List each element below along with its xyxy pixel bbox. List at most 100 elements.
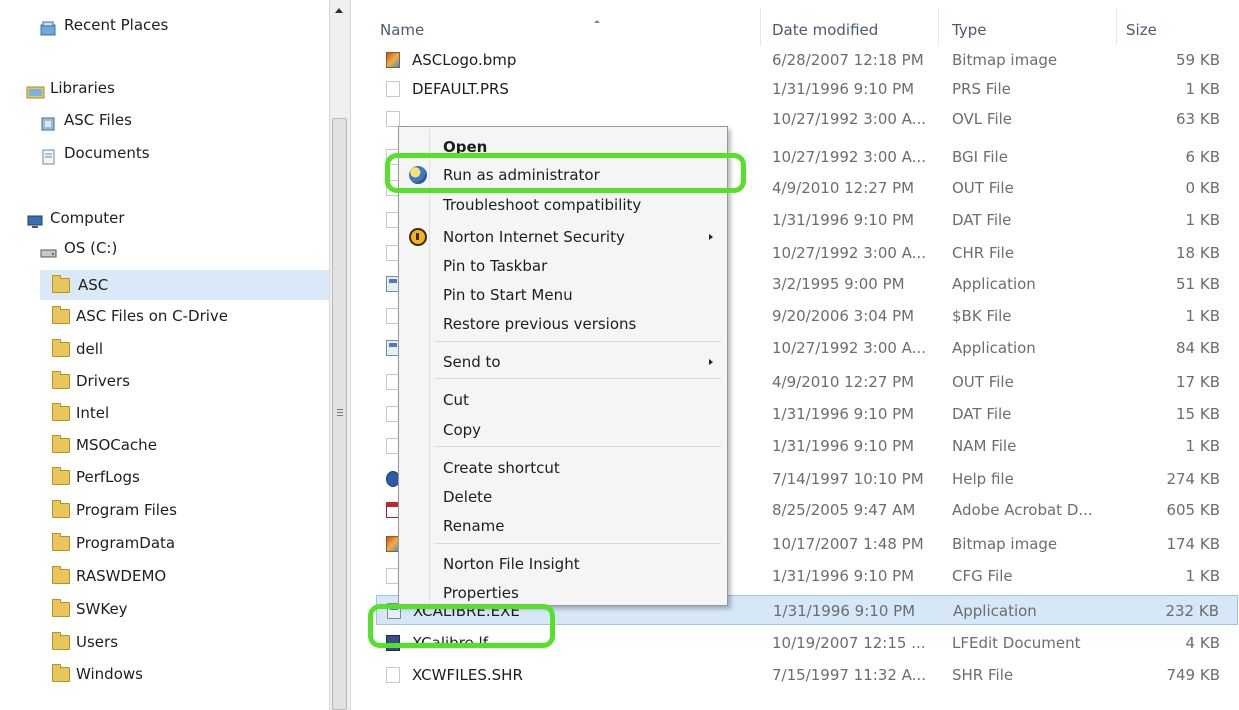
file-name: XCalibre.lf [412, 634, 488, 652]
folder-icon [52, 533, 70, 551]
menu-item-label: Restore previous versions [443, 315, 637, 333]
file-name: XCWFILES.SHR [412, 666, 523, 684]
column-header-size[interactable]: Size [1126, 10, 1226, 50]
nav-item-asc[interactable]: ASC [40, 270, 330, 300]
file-size: 17 KB [1176, 373, 1220, 391]
nav-item-label: MSOCache [76, 436, 157, 454]
menu-item-label: Norton File Insight [443, 555, 580, 573]
scrollbar-thumb[interactable] [332, 118, 347, 710]
folder-icon [52, 306, 70, 324]
file-size: 0 KB [1185, 179, 1220, 197]
folder-icon [52, 403, 70, 421]
file-size: 59 KB [1176, 51, 1220, 69]
file-date-modified: 10/27/1992 3:00 A... [772, 110, 926, 128]
drive-icon [40, 240, 58, 258]
file-type: Adobe Acrobat D... [952, 501, 1093, 519]
menu-item-label: Delete [443, 488, 493, 506]
file-size: 174 KB [1166, 535, 1220, 553]
menu-item-copy[interactable]: Copy [401, 416, 725, 444]
column-divider[interactable] [938, 8, 939, 46]
nav-item-label: Windows [76, 665, 143, 683]
menu-item-properties[interactable]: Properties [401, 579, 725, 607]
documents-icon [40, 145, 58, 165]
uac-shield-icon [409, 166, 427, 184]
file-type: PRS File [952, 80, 1011, 98]
column-header-label: Name [380, 21, 425, 39]
norton-icon [409, 228, 427, 246]
menu-item-label: Run as administrator [443, 166, 600, 184]
nav-item-label: Libraries [50, 79, 115, 97]
scroll-up-arrow-icon[interactable] [335, 8, 343, 13]
nav-item-label: RASWDEMO [76, 567, 167, 585]
menu-item-label: Norton Internet Security [443, 228, 625, 246]
nav-item-label: PerfLogs [76, 468, 140, 486]
menu-item-label: Rename [443, 517, 505, 535]
folder-icon [52, 435, 70, 453]
folder-icon [52, 599, 70, 617]
file-size: 1 KB [1185, 567, 1220, 585]
menu-item-delete[interactable]: Delete [401, 483, 725, 511]
recent-places-icon [40, 17, 58, 36]
menu-item-norton-file-insight[interactable]: Norton File Insight [401, 550, 725, 578]
file-date-modified: 10/19/2007 12:15 ... [772, 634, 926, 652]
menu-item-norton-internet-security[interactable]: Norton Internet Security [401, 223, 725, 251]
file-type: Application [952, 339, 1036, 357]
column-header-name[interactable]: Name [380, 10, 760, 50]
menu-item-restore-previous-versions[interactable]: Restore previous versions [401, 310, 725, 338]
file-date-modified: 6/28/2007 12:18 PM [772, 51, 924, 69]
menu-item-label: Properties [443, 584, 519, 602]
scrollbar-grip-icon [337, 409, 343, 410]
file-date-modified: 7/15/1997 11:32 A... [772, 666, 926, 684]
column-divider[interactable] [760, 8, 761, 46]
menu-item-pin-to-taskbar[interactable]: Pin to Taskbar [401, 252, 725, 280]
file-row[interactable]: XCalibre.lf 10/19/2007 12:15 ... LFEdit Do… [376, 628, 1238, 658]
file-size: 51 KB [1176, 275, 1220, 293]
menu-item-troubleshoot-compatibility[interactable]: Troubleshoot compatibility [401, 191, 725, 219]
submenu-arrow-icon [709, 359, 713, 365]
file-type: Application [952, 275, 1036, 293]
menu-item-run-as-administrator[interactable]: Run as administrator [401, 161, 725, 189]
file-row[interactable]: XCWFILES.SHR 7/15/1997 11:32 A... SHR File… [376, 660, 1238, 690]
menu-separator [435, 341, 721, 342]
file-date-modified: 1/31/1996 9:10 PM [773, 602, 916, 620]
file-date-modified: 10/27/1992 3:00 A... [772, 339, 926, 357]
file-type: BGI File [952, 148, 1008, 166]
file-row[interactable]: ASCLogo.bmp 6/28/2007 12:18 PM Bitmap imag… [376, 45, 1238, 75]
file-icon [386, 81, 400, 97]
folder-icon [52, 500, 70, 518]
column-divider[interactable] [1116, 8, 1117, 46]
file-icon [386, 667, 400, 683]
file-type: OUT File [952, 179, 1014, 197]
menu-item-cut[interactable]: Cut [401, 386, 725, 414]
menu-item-send-to[interactable]: Send to [401, 348, 725, 376]
nav-item-label: OS (C:) [64, 239, 118, 257]
file-type: OUT File [952, 373, 1014, 391]
folder-icon [52, 664, 70, 682]
nav-item-label: Intel [76, 404, 110, 422]
column-header-type[interactable]: Type [952, 10, 1112, 50]
file-date-modified: 1/31/1996 9:10 PM [772, 437, 915, 455]
column-header-date-modified[interactable]: Date modified [772, 10, 932, 50]
navigation-scrollbar[interactable] [329, 0, 351, 710]
nav-item-label: Drivers [76, 372, 130, 390]
file-size: 84 KB [1176, 339, 1220, 357]
file-size: 15 KB [1176, 405, 1220, 423]
lfedit-document-icon [386, 635, 400, 651]
file-size: 6 KB [1185, 148, 1220, 166]
file-date-modified: 8/25/2005 9:47 AM [772, 501, 916, 519]
file-row[interactable]: DEFAULT.PRS 1/31/1996 9:10 PM PRS File 1 KB [376, 74, 1238, 104]
file-type: Bitmap image [952, 51, 1058, 69]
menu-item-rename[interactable]: Rename [401, 512, 725, 540]
nav-item-label: ASC Files on C-Drive [76, 307, 229, 325]
file-type: $BK File [952, 307, 1012, 325]
menu-item-pin-to-start-menu[interactable]: Pin to Start Menu [401, 281, 725, 309]
menu-item-create-shortcut[interactable]: Create shortcut [401, 454, 725, 482]
file-size: 1 KB [1185, 80, 1220, 98]
file-date-modified: 1/31/1996 9:10 PM [772, 211, 915, 229]
sort-ascending-icon [594, 20, 600, 23]
nav-item-label: ProgramData [76, 534, 176, 552]
menu-item-open[interactable]: Open [401, 133, 725, 161]
menu-separator [435, 543, 721, 544]
bitmap-file-icon [386, 52, 400, 68]
navigation-pane: Recent Places Libraries ASC Files Docume… [0, 0, 330, 710]
